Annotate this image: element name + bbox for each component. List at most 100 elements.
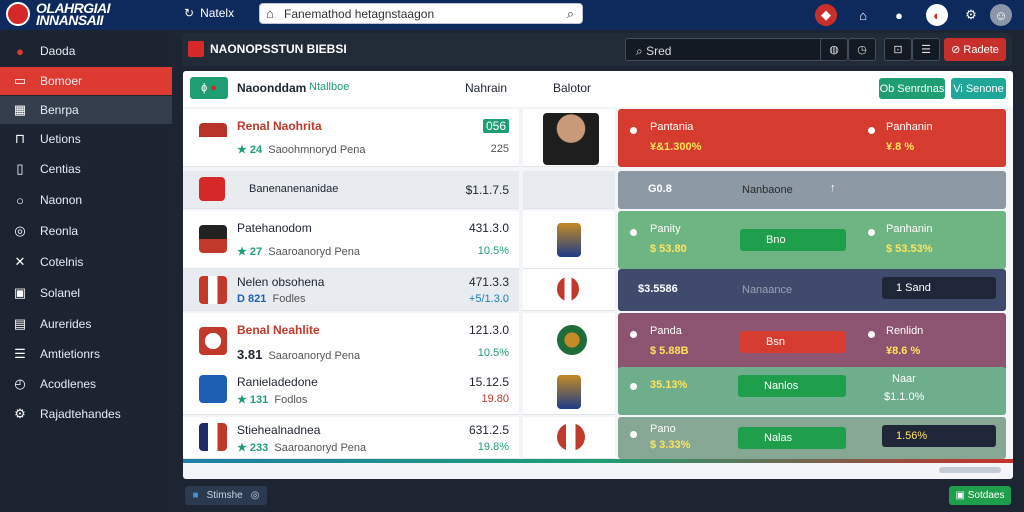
team-crest-icon bbox=[199, 423, 227, 451]
odds-label-home: Panda bbox=[650, 325, 682, 337]
sidebar-item-cotelnis[interactable]: ✕ Cotelnis bbox=[0, 248, 172, 276]
sidebar-item-uetions[interactable]: ⊓ Uetions bbox=[0, 125, 172, 153]
odds-panel[interactable]: $3.5586 Nanaance 1 Sand bbox=[618, 269, 1006, 311]
sidebar-item-label: Centias bbox=[40, 162, 81, 176]
odds-value-home: ¥&1.300% bbox=[650, 141, 702, 153]
team-meta: D 821 Fodles bbox=[237, 293, 306, 305]
team-score: 3.81 bbox=[237, 347, 263, 362]
odds-value-away: ¥8.6 % bbox=[886, 345, 921, 357]
odds-pill[interactable]: Nanlos bbox=[738, 375, 846, 397]
secondary-action-button[interactable]: Vi Senone bbox=[951, 78, 1006, 99]
sidebar-item-centias[interactable]: ▯ Centias bbox=[0, 155, 172, 183]
team-league: Saaroanoryd Pena bbox=[268, 350, 361, 362]
team-odds-secondary: 225 bbox=[490, 143, 509, 155]
table-title: Naoonddam bbox=[237, 81, 307, 95]
sidebar-item-label: Benrpa bbox=[40, 103, 79, 117]
table-row[interactable]: Stiehealnadnea ★ 233 Saaroanoryd Pena 63… bbox=[183, 417, 1013, 459]
footer-action-button[interactable]: ▣ Sotdaes bbox=[949, 486, 1011, 505]
sidebar-item-naonon[interactable]: ○ Naonon bbox=[0, 186, 172, 214]
table-row[interactable]: Benal Neahlite 3.81 Saaroanoryd Pena 121… bbox=[183, 313, 1013, 371]
chart-icon: ▤ bbox=[13, 316, 27, 331]
odds-pill[interactable]: Bno bbox=[740, 229, 846, 251]
notification-icon[interactable]: ◐ bbox=[926, 4, 948, 26]
odds-value-away: $ 53.53% bbox=[886, 243, 933, 255]
table-row[interactable]: Patehanodom ★ 27 Saaroanoryd Pena 431.3.… bbox=[183, 211, 1013, 269]
odds-pill[interactable]: Nalas bbox=[738, 427, 846, 449]
team-name: Renal Naohrita bbox=[237, 119, 322, 133]
table-row[interactable]: Nelen obsohena D 821 Fodles 471.3.3 +5/1… bbox=[183, 269, 1013, 311]
progress-strip bbox=[183, 459, 1013, 463]
home-nav-icon[interactable]: ⌂ bbox=[852, 4, 874, 26]
sidebar-item-label: Cotelnis bbox=[40, 255, 84, 269]
table-row[interactable]: Ranieladedone ★ 131 Fodlos 15.12.5 19.80… bbox=[183, 367, 1013, 415]
sidebar-item-solanel[interactable]: ▣ Solanel bbox=[0, 279, 172, 307]
ball-icon: ○ bbox=[16, 192, 24, 208]
export-button[interactable]: ⊡ bbox=[884, 38, 912, 61]
team-odds-secondary: +5/1.3.0 bbox=[468, 293, 509, 305]
square-icon: ■ bbox=[192, 490, 199, 501]
odds-panel[interactable]: Pano $ 3.33% Nalas 1.56% bbox=[618, 417, 1006, 459]
team-name: Stiehealnadnea bbox=[237, 423, 321, 437]
avatar[interactable]: ☺ bbox=[990, 4, 1012, 26]
odds-value-home: 35.13% bbox=[650, 379, 688, 391]
sidebar-item-reonla[interactable]: ◎ Reonla bbox=[0, 217, 172, 245]
settings-icon[interactable]: ⚙ bbox=[960, 4, 982, 26]
sidebar-item-label: Bomoer bbox=[40, 74, 83, 88]
team-score: ★ 233 bbox=[237, 442, 269, 454]
delete-button[interactable]: ⊘ Radete bbox=[944, 38, 1006, 61]
odds-panel[interactable]: 35.13% Nanlos Naar $1.1.0% bbox=[618, 367, 1006, 415]
odds-panel[interactable]: Pantania ¥&1.300% Panhanin ¥.8 % bbox=[618, 109, 1006, 167]
sidebar-item-acodlenes[interactable]: ◴ Acodlenes bbox=[0, 370, 172, 398]
odds-pill[interactable]: 1 Sand bbox=[882, 277, 996, 299]
team-score: ★ 27 bbox=[237, 246, 263, 258]
dashboard-icon: ● bbox=[16, 43, 24, 59]
settings-icon: ⚙ bbox=[14, 406, 26, 421]
team-score: D 821 bbox=[237, 293, 267, 305]
arrow-up-icon[interactable]: ↑ bbox=[830, 182, 836, 194]
search-input[interactable] bbox=[260, 4, 550, 23]
filter-select[interactable]: ⌕ Sred ⌄ bbox=[625, 38, 847, 61]
sidebar-item-aurerides[interactable]: ▤ Aurerides bbox=[0, 310, 172, 338]
logo[interactable]: OLAHRGIAI INNANSAII bbox=[6, 0, 156, 28]
target-icon: ◎ bbox=[14, 223, 26, 238]
nav-link[interactable]: ↻ Natelx bbox=[184, 6, 234, 20]
odds-value-home: $ 5.88B bbox=[650, 345, 689, 357]
filter-button[interactable]: ◍ bbox=[820, 38, 848, 61]
ball-icon[interactable]: ● bbox=[888, 4, 910, 26]
team-cell: Renal Naohrita ★ 24 Saoohmnoryd Pena 056… bbox=[183, 109, 519, 167]
odds-panel[interactable]: Panda $ 5.88B Bsn Renlidn ¥8.6 % bbox=[618, 313, 1006, 371]
primary-action-button[interactable]: Ob Senrdnas bbox=[879, 78, 945, 99]
folder-icon: ▭ bbox=[13, 73, 27, 88]
sidebar-item-benrpa[interactable]: ▦ Benrpa bbox=[0, 96, 172, 124]
team-odds: 121.3.0 bbox=[468, 323, 509, 337]
odds-panel[interactable]: Panity $ 53.80 Bno Panhanin $ 53.53% bbox=[618, 211, 1006, 269]
odds-pill[interactable]: Bsn bbox=[740, 331, 846, 353]
player-cell bbox=[523, 109, 615, 167]
team-meta: ★ 131 Fodlos bbox=[237, 393, 307, 406]
player-photo bbox=[543, 113, 599, 165]
sidebar-item-dashboard[interactable]: ● Daoda bbox=[0, 37, 172, 65]
sidebar-item-amtietionrs[interactable]: ☰ Amtietionrs bbox=[0, 340, 172, 368]
logo-text: OLAHRGIAI INNANSAII bbox=[36, 0, 111, 28]
team-crest-icon bbox=[199, 123, 227, 151]
footer-status-button[interactable]: ■ Stimshe ◎ bbox=[185, 486, 267, 505]
table-row[interactable]: Banenanenanidae $1.1.7.5 G0.8 Nanbaone ↑ bbox=[183, 171, 1013, 209]
sidebar-item-bomoer[interactable]: ▭ Bomoer bbox=[0, 67, 172, 95]
table-row[interactable]: Renal Naohrita ★ 24 Saoohmnoryd Pena 056… bbox=[183, 109, 1013, 167]
refresh-button[interactable]: ◷ bbox=[848, 38, 876, 61]
odds-pill-away[interactable]: 1.56% bbox=[882, 425, 996, 447]
team-league: Saaroanoryd Pena bbox=[274, 442, 367, 454]
table-tag[interactable]: ɸ ● bbox=[190, 77, 228, 99]
odds-panel[interactable]: G0.8 Nanbaone ↑ bbox=[618, 171, 1006, 209]
list-view-button[interactable]: ☰ bbox=[912, 38, 940, 61]
player-cell bbox=[523, 417, 615, 459]
shield-icon[interactable]: ◆ bbox=[815, 4, 837, 26]
search-box[interactable]: ⌂ ⌕ bbox=[259, 3, 583, 24]
team-cell: Patehanodom ★ 27 Saaroanoryd Pena 431.3.… bbox=[183, 211, 519, 269]
team-cell: Ranieladedone ★ 131 Fodlos 15.12.5 19.80 bbox=[183, 367, 519, 415]
sidebar-item-rajadtehandes[interactable]: ⚙ Rajadtehandes bbox=[0, 400, 172, 428]
search-icon[interactable]: ⌕ bbox=[567, 6, 574, 22]
filter-icon: ◍ bbox=[829, 44, 839, 56]
horizontal-scrollbar[interactable] bbox=[939, 467, 1001, 473]
team-crest-icon bbox=[199, 276, 227, 304]
